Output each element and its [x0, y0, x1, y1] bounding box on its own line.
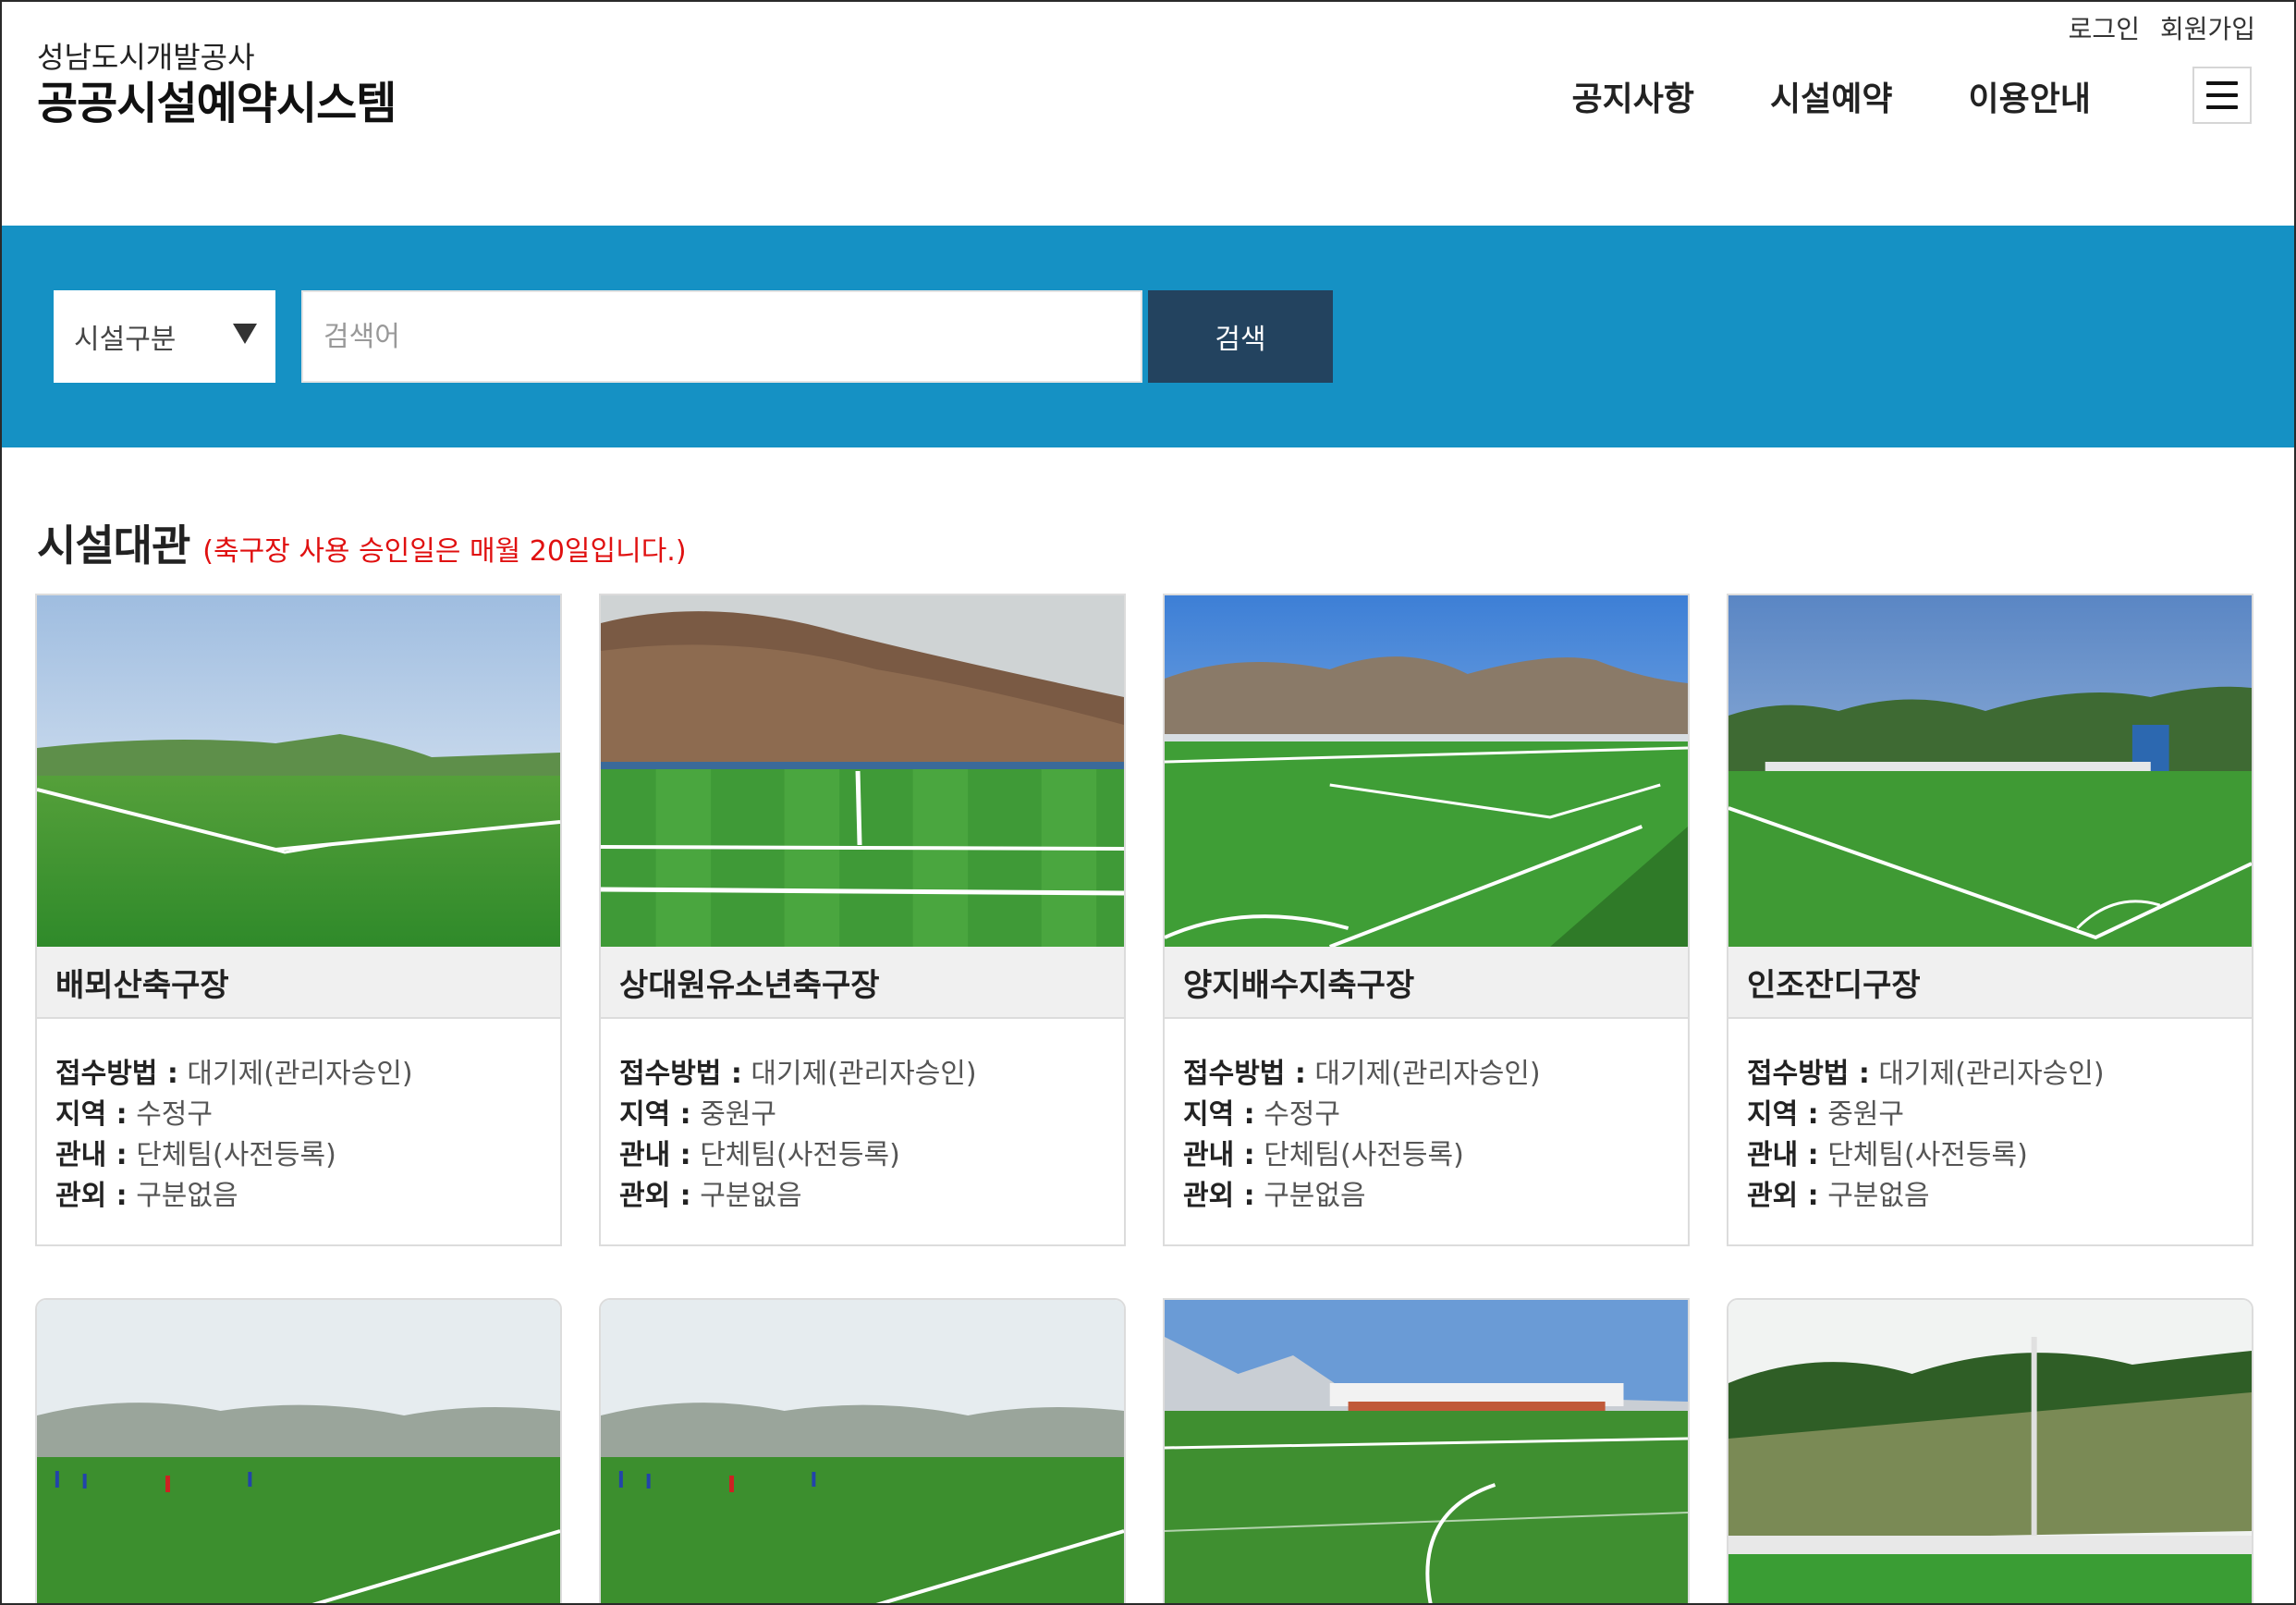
facility-photo: [1728, 1300, 2252, 1603]
facility-card[interactable]: [599, 1298, 1126, 1603]
facility-card[interactable]: [1163, 1298, 1690, 1603]
main-nav: 공지사항 시설예약 이용안내: [1572, 72, 2091, 120]
site-logo[interactable]: 성남도시개발공사 공공시설예약시스템: [37, 39, 397, 131]
facility-photo: [1728, 595, 2252, 947]
facility-name: 인조잔디구장: [1728, 947, 2252, 1019]
top-links: 로그인 회원가입: [2069, 9, 2255, 46]
hamburger-menu-button[interactable]: [2192, 67, 2252, 124]
nav-reservation[interactable]: 시설예약: [1770, 72, 1892, 120]
facility-name: 양지배수지축구장: [1165, 947, 1688, 1019]
facility-photo: [1165, 595, 1688, 947]
section-title: 시설대관: [37, 521, 190, 570]
nav-notice[interactable]: 공지사항: [1572, 72, 1694, 120]
facility-card[interactable]: [35, 1298, 562, 1603]
org-name: 성남도시개발공사: [37, 40, 255, 75]
search-band: 시설구분 검색: [2, 226, 2294, 447]
facility-card[interactable]: 배뫼산축구장 접수방법 : 대기제(관리자승인) 지역 : 수정구 관내 : 단…: [35, 594, 562, 1246]
section-notice: (축구장 사용 승인일은 매월 20일입니다.): [202, 535, 687, 568]
facility-info: 접수방법 : 대기제(관리자승인) 지역 : 수정구 관내 : 단체팀(사전등록…: [1183, 1058, 1541, 1212]
facility-photo: [1165, 1300, 1688, 1603]
facility-info: 접수방법 : 대기제(관리자승인) 지역 : 중원구 관내 : 단체팀(사전등록…: [619, 1058, 977, 1212]
facility-category-value: 시설구분: [74, 324, 177, 356]
login-link[interactable]: 로그인: [2069, 9, 2140, 46]
page-frame: 로그인 회원가입 성남도시개발공사 공공시설예약시스템 공지사항 시설예약 이용…: [0, 0, 2296, 1605]
facility-card[interactable]: 인조잔디구장 접수방법 : 대기제(관리자승인) 지역 : 중원구 관내 : 단…: [1727, 594, 2253, 1246]
facility-card[interactable]: 상대원유소년축구장 접수방법 : 대기제(관리자승인) 지역 : 중원구 관내 …: [599, 594, 1126, 1246]
site-header: 로그인 회원가입 성남도시개발공사 공공시설예약시스템 공지사항 시설예약 이용…: [2, 2, 2294, 226]
facility-card[interactable]: [1727, 1298, 2253, 1603]
facility-name: 배뫼산축구장: [37, 947, 560, 1019]
hamburger-icon: [2206, 81, 2238, 85]
facility-card[interactable]: 양지배수지축구장 접수방법 : 대기제(관리자승인) 지역 : 수정구 관내 :…: [1163, 594, 1690, 1246]
section-header: 시설대관 (축구장 사용 승인일은 매월 20일입니다.): [37, 512, 687, 573]
signup-link[interactable]: 회원가입: [2160, 9, 2255, 46]
search-input[interactable]: [301, 290, 1142, 383]
facility-photo: [601, 595, 1124, 947]
facility-name: 상대원유소년축구장: [601, 947, 1124, 1019]
facility-photo: [37, 595, 560, 947]
facility-photo: [601, 1300, 1124, 1603]
site-title: 공공시설예약시스템: [37, 78, 397, 129]
dropdown-arrow-icon: [233, 324, 257, 344]
facility-info: 접수방법 : 대기제(관리자승인) 지역 : 중원구 관내 : 단체팀(사전등록…: [1747, 1058, 2105, 1212]
facility-photo: [37, 1300, 560, 1603]
search-button[interactable]: 검색: [1148, 290, 1333, 383]
facility-info: 접수방법 : 대기제(관리자승인) 지역 : 수정구 관내 : 단체팀(사전등록…: [55, 1058, 413, 1212]
facility-category-select[interactable]: 시설구분: [54, 290, 275, 383]
nav-guide[interactable]: 이용안내: [1969, 72, 2091, 120]
